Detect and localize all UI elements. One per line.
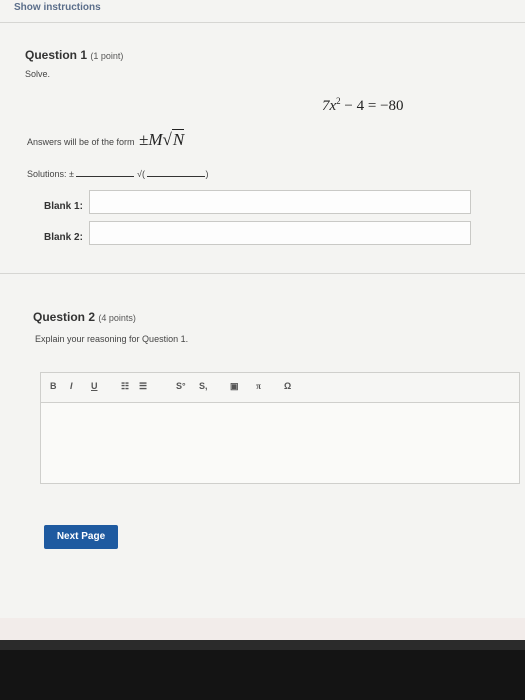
form-pm-m: ±M (139, 130, 163, 149)
equation-left: 7x (322, 98, 337, 114)
sqrt-icon: √ (162, 130, 172, 149)
question-2-points: (4 points) (98, 313, 136, 323)
bullet-list-icon[interactable]: ☷ (121, 381, 129, 392)
question-1-label: Question 1 (25, 48, 88, 62)
solutions-blank-2 (147, 168, 206, 177)
numbered-list-icon[interactable]: ☰ (139, 381, 147, 392)
question-1-points: (1 point) (90, 51, 124, 61)
superscript-button[interactable]: S° (176, 381, 186, 391)
next-page-button[interactable]: Next Page (44, 525, 118, 549)
blank-1-label: Blank 1: (44, 201, 83, 212)
blank-1-input[interactable] (89, 190, 471, 214)
question-1-title: Question 1 (1 point) (25, 48, 123, 62)
show-instructions-link[interactable]: Show instructions (14, 2, 101, 13)
monitor-bezel (0, 640, 525, 650)
image-icon[interactable]: ▣ (230, 381, 239, 392)
italic-button[interactable]: I (70, 381, 73, 391)
subscript-button[interactable]: S, (199, 381, 208, 391)
underline-button[interactable]: U (91, 381, 98, 391)
desk-edge (0, 640, 525, 700)
solutions-blank-1 (76, 168, 135, 177)
blank-2-label: Blank 2: (44, 232, 83, 243)
answer-editor[interactable] (40, 402, 520, 484)
form-radicand: N (171, 129, 185, 149)
quiz-page: Show instructions Question 1 (1 point) S… (0, 0, 525, 640)
question-2-prompt: Explain your reasoning for Question 1. (35, 334, 189, 344)
solutions-line: Solutions: ± √( ) (27, 168, 208, 179)
equation: 7x2 − 4 = −80 (322, 96, 404, 115)
answer-form-math: ±M√N (139, 129, 185, 149)
pi-icon[interactable]: π (256, 381, 261, 391)
bold-button[interactable]: B (50, 381, 57, 391)
answer-form-text: Answers will be of the form (27, 137, 135, 147)
solutions-close-paren: ) (205, 169, 209, 179)
blank-2-input[interactable] (89, 221, 471, 245)
answer-form: Answers will be of the form ±M√N (27, 129, 185, 150)
omega-icon[interactable]: Ω (284, 381, 291, 391)
editor-toolbar: B I U ☷ ☰ S° S, ▣ π Ω (40, 372, 520, 402)
solutions-label: Solutions: ± (27, 169, 74, 179)
equation-rest: − 4 = −80 (340, 98, 404, 114)
question-2-title: Question 2 (4 points) (33, 310, 136, 324)
question-2-label: Question 2 (33, 310, 96, 324)
question-1-prompt: Solve. (25, 69, 51, 79)
solutions-sqrt: √( (137, 169, 145, 179)
divider (0, 22, 525, 23)
divider (0, 273, 525, 274)
page-footer-band (0, 618, 525, 640)
